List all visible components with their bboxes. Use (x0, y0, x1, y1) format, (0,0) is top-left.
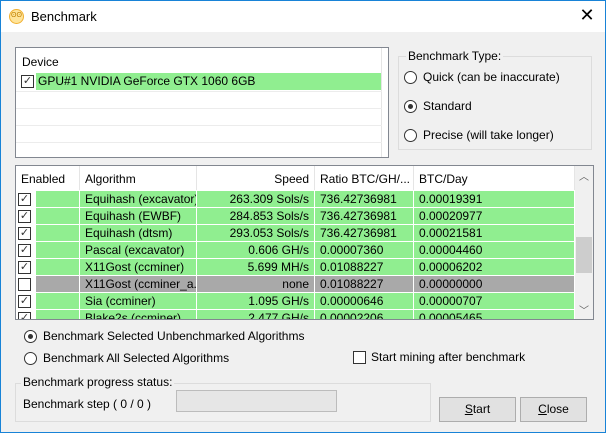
algorithm-list: Enabled Algorithm Speed Ratio BTC/GH/...… (15, 165, 594, 320)
benchmark-type-label: Benchmark Type: (406, 49, 504, 63)
enabled-checkbox[interactable]: ✓ (18, 210, 31, 223)
cell-enabled-color (36, 208, 80, 224)
column-ratio[interactable]: Ratio BTC/GH/... (315, 166, 414, 190)
cell-algorithm: Equihash (EWBF) (80, 208, 197, 224)
device-list: Device ✓ GPU#1 NVIDIA GeForce GTX 1060 6… (15, 47, 389, 158)
enabled-checkbox[interactable]: ✓ (18, 295, 31, 308)
cell-enabled-color (36, 242, 80, 258)
standard-label[interactable]: Standard (423, 99, 472, 113)
enabled-checkbox[interactable]: ✓ (18, 312, 31, 319)
cell-ratio: 0.00000646 (315, 293, 414, 309)
enabled-checkbox[interactable]: ✓ (18, 227, 31, 240)
enabled-checkbox[interactable]: ✓ (18, 193, 31, 206)
cell-btc-day: 0.00006202 (414, 259, 575, 275)
cell-algorithm: Blake2s (ccminer) (80, 310, 197, 319)
cell-btc-day: 0.00020977 (414, 208, 575, 224)
standard-radio[interactable] (404, 100, 417, 113)
cell-enabled-color (36, 293, 80, 309)
cell-speed: 263.309 Sols/s (197, 191, 315, 207)
precise-radio[interactable] (404, 129, 417, 142)
start-button-label[interactable]: Start (465, 398, 490, 421)
start-mining-label[interactable]: Start mining after benchmark (371, 350, 525, 364)
cell-speed: 5.699 MH/s (197, 259, 315, 275)
cell-speed: 293.053 Sols/s (197, 225, 315, 241)
cell-speed: none (197, 276, 315, 292)
cell-algorithm: X11Gost (ccminer) (80, 259, 197, 275)
column-speed[interactable]: Speed (197, 166, 315, 190)
cell-enabled-color (36, 191, 80, 207)
enabled-checkbox[interactable] (18, 278, 31, 291)
cell-algorithm: Equihash (dtsm) (80, 225, 197, 241)
quick-radio[interactable] (404, 71, 417, 84)
table-row[interactable]: ✓ X11Gost (ccminer) 5.699 MH/s 0.01088227 0.… (16, 259, 575, 276)
benchmark-step-text: Benchmark step ( 0 / 0 ) (23, 397, 152, 411)
benchmark-window: ʘʘ Benchmark ✕ Device ✓ GPU#1 NVIDIA GeF… (0, 0, 606, 433)
cell-enabled-color (36, 310, 80, 319)
table-row[interactable]: ✓ Pascal (excavator) 0.606 GH/s 0.00007360 0… (16, 242, 575, 259)
cell-ratio: 736.42736981 (315, 208, 414, 224)
close-button-label[interactable]: Close (538, 398, 569, 421)
all-selected-label[interactable]: Benchmark All Selected Algorithms (43, 351, 229, 365)
cell-algorithm: X11Gost (ccminer_a... (80, 276, 197, 292)
cell-btc-day: 0.00021581 (414, 225, 575, 241)
app-icon: ʘʘ (9, 9, 24, 24)
table-row[interactable]: ✓ Equihash (excavator) 263.309 Sols/s 736.4… (16, 191, 575, 208)
quick-label[interactable]: Quick (can be inaccurate) (423, 70, 560, 84)
cell-speed: 2.477 GH/s (197, 310, 315, 319)
cell-btc-day: 0.00000000 (414, 276, 575, 292)
enabled-checkbox[interactable]: ✓ (18, 261, 31, 274)
cell-ratio: 736.42736981 (315, 191, 414, 207)
start-mining-checkbox[interactable] (353, 351, 366, 364)
column-enabled[interactable]: Enabled (16, 166, 80, 190)
scroll-down-icon[interactable]: ﹀ (575, 302, 593, 317)
unbenchmarked-radio[interactable] (24, 330, 37, 343)
column-algorithm[interactable]: Algorithm (80, 166, 197, 190)
scroll-up-icon[interactable]: ︿ (575, 168, 593, 183)
cell-btc-day: 0.00005465 (414, 310, 575, 319)
device-item[interactable]: GPU#1 NVIDIA GeForce GTX 1060 6GB (36, 73, 381, 90)
title-bar: ʘʘ Benchmark ✕ (1, 1, 605, 32)
list-scrollbar[interactable]: ︿ ﹀ (575, 166, 593, 319)
precise-label[interactable]: Precise (will take longer) (423, 128, 554, 142)
cell-ratio: 0.00002206 (315, 310, 414, 319)
cell-btc-day: 0.00019391 (414, 191, 575, 207)
table-row[interactable]: ✓ Equihash (dtsm) 293.053 Sols/s 736.427369… (16, 225, 575, 242)
all-selected-radio[interactable] (24, 352, 37, 365)
scroll-thumb[interactable] (576, 237, 592, 274)
cell-ratio: 0.01088227 (315, 276, 414, 292)
close-button[interactable]: Close (520, 397, 587, 422)
start-button[interactable]: Start (439, 397, 516, 422)
cell-algorithm: Sia (ccminer) (80, 293, 197, 309)
enabled-checkbox[interactable]: ✓ (18, 244, 31, 257)
progress-bar (176, 390, 337, 412)
table-row[interactable]: ✓ Blake2s (ccminer) 2.477 GH/s 0.00002206 0.… (16, 310, 575, 319)
close-window-icon[interactable]: ✕ (577, 5, 597, 26)
cell-ratio: 0.00007360 (315, 242, 414, 258)
unbenchmarked-label[interactable]: Benchmark Selected Unbenchmarked Algorit… (43, 329, 304, 343)
progress-status-label: Benchmark progress status: (21, 375, 175, 389)
device-checkbox[interactable]: ✓ (21, 75, 34, 88)
cell-algorithm: Pascal (excavator) (80, 242, 197, 258)
cell-enabled-color (36, 276, 80, 292)
cell-btc-day: 0.00004460 (414, 242, 575, 258)
cell-enabled-color (36, 259, 80, 275)
window-title: Benchmark (31, 9, 97, 24)
table-row[interactable]: ✓ Equihash (EWBF) 284.853 Sols/s 736.427369… (16, 208, 575, 225)
cell-speed: 1.095 GH/s (197, 293, 315, 309)
table-row[interactable]: X11Gost (ccminer_a... none 0.01088227 0.000… (16, 276, 575, 293)
cell-speed: 0.606 GH/s (197, 242, 315, 258)
cell-ratio: 0.01088227 (315, 259, 414, 275)
cell-speed: 284.853 Sols/s (197, 208, 315, 224)
column-btc-day[interactable]: BTC/Day (414, 166, 575, 190)
cell-enabled-color (36, 225, 80, 241)
cell-btc-day: 0.00000707 (414, 293, 575, 309)
cell-algorithm: Equihash (excavator) (80, 191, 197, 207)
cell-ratio: 736.42736981 (315, 225, 414, 241)
device-header: Device (22, 55, 59, 69)
table-row[interactable]: ✓ Sia (ccminer) 1.095 GH/s 0.00000646 0.0000… (16, 293, 575, 310)
